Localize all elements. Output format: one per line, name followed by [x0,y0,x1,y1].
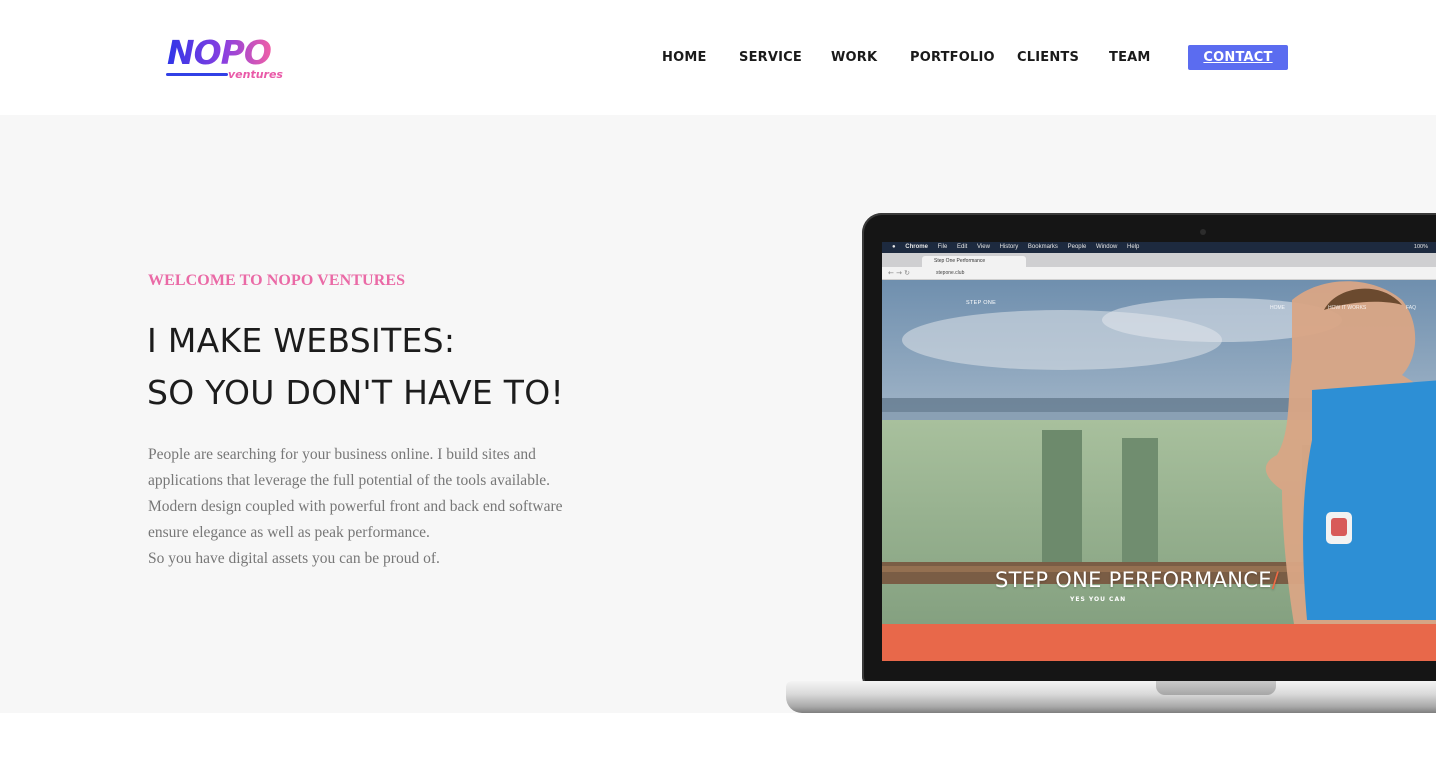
hero-description: People are searching for your business o… [148,442,608,572]
site-nav-item: FAQ [1406,305,1417,311]
menubar-status: 100% [1413,244,1428,250]
nav-home[interactable]: HOME [662,45,707,71]
site-nav-item: HOW IT WORKS [1328,305,1367,311]
description-line: applications that leverage the full pote… [148,472,551,489]
contact-button[interactable]: CONTACT [1188,45,1288,70]
menubar-item: Bookmarks [1027,244,1058,250]
nav-portfolio[interactable]: PORTFOLIO [910,45,995,71]
stepone-logo: STEP ONE [966,300,997,306]
menubar-item: People [1067,244,1087,250]
laptop-camera [1200,229,1206,235]
nav-team[interactable]: TEAM [1109,45,1151,71]
browser-tab: Step One Performance [922,256,1026,267]
laptop-screen: ● Chrome File Edit View History Bookmark… [882,242,1436,661]
menubar-item: View [977,244,990,250]
browser-url-text: stepone.club [936,270,965,276]
hero-section: WELCOME TO NOPO VENTURES I MAKE WEBSITES… [0,115,1436,713]
description-line: People are searching for your business o… [148,446,536,463]
runner-photo [882,280,1436,661]
menubar-item: Window [1095,244,1118,250]
laptop-notch [1156,681,1276,695]
headline-line-1: I MAKE WEBSITES: [147,321,456,360]
apple-icon: ● [892,244,896,250]
headline-line-2: SO YOU DON'T HAVE TO! [147,373,565,412]
mac-menu-bar: ● Chrome File Edit View History Bookmark… [882,242,1436,253]
stepone-title-slash: / [1271,568,1280,592]
laptop-mockup-image: ● Chrome File Edit View History Bookmark… [786,213,1436,713]
site-nav-item: HOME [1270,305,1285,311]
description-line: So you have digital assets you can be pr… [148,550,440,567]
browser-nav-icons: ← → ↻ [888,269,911,277]
hero-eyebrow: WELCOME TO NOPO VENTURES [148,272,406,289]
browser-address-bar: ← → ↻ stepone.club [882,267,1436,280]
stepone-title: STEP ONE PERFORMANCE/ [995,568,1279,592]
main-navigation: HOME SERVICE WORK PORTFOLIO CLIENTS TEAM… [0,45,1436,71]
description-line: ensure elegance as well as peak performa… [148,524,430,541]
laptop-base [786,681,1436,713]
stepone-subtitle: YES YOU CAN [1070,596,1127,603]
description-line: Modern design coupled with powerful fron… [148,498,563,515]
stepone-site-preview: STEP ONE HOME HOW IT WORKS FAQ STEP ONE … [882,280,1436,661]
hero-headline: I MAKE WEBSITES: SO YOU DON'T HAVE TO! [147,315,564,419]
menubar-app-name: Chrome [905,244,928,250]
menubar-item: Edit [956,244,968,250]
menubar-item: File [937,244,948,250]
nav-work[interactable]: WORK [831,45,877,71]
menubar-item: History [999,244,1019,250]
stepone-title-text: STEP ONE PERFORMANCE [995,568,1272,592]
menubar-item: Help [1126,244,1140,250]
nav-clients[interactable]: CLIENTS [1017,45,1079,71]
site-header: NOPO ventures HOME SERVICE WORK PORTFOLI… [0,0,1436,115]
browser-tab-strip: Step One Performance [882,253,1436,272]
nav-service[interactable]: SERVICE [739,45,802,71]
